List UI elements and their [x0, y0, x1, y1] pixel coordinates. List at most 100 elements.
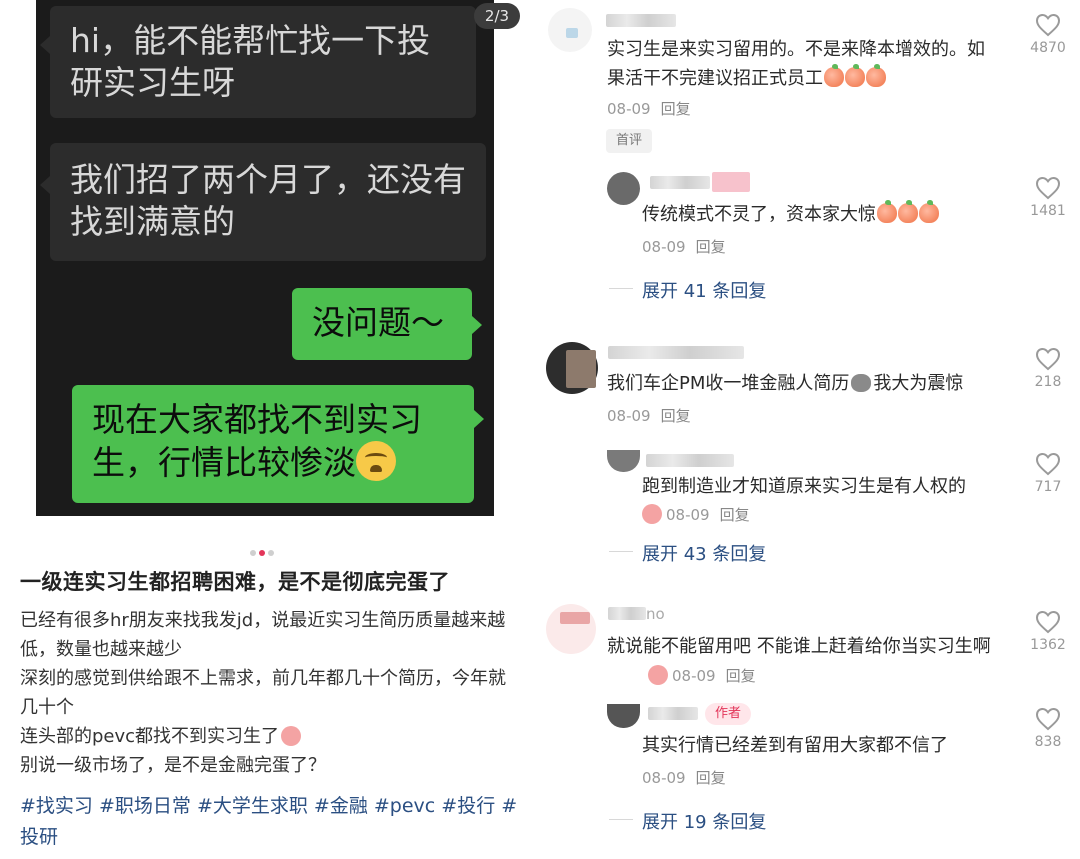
crying-face-icon: [281, 726, 302, 746]
expand-replies-link[interactable]: 展开 19 条回复: [642, 808, 766, 834]
comment-text: 传统模式不灵了，资本家大惊: [642, 200, 1002, 229]
like-button[interactable]: 838: [1018, 707, 1078, 750]
heart-icon: [1035, 176, 1061, 200]
comment-date: 08-09: [642, 238, 686, 256]
comment-text: 其实行情已经差到有留用大家都不信了: [642, 735, 948, 756]
like-count: 838: [1034, 734, 1062, 750]
like-count: 717: [1034, 479, 1062, 495]
heart-icon: [1035, 13, 1061, 37]
comment-text: 实习生是来实习留用的。不是来降本增效的。如果活干不完建议招正式员工: [607, 39, 985, 89]
post-paragraph: 连头部的pevc都找不到实习生了: [20, 722, 520, 751]
username-blurred[interactable]: [608, 346, 744, 359]
reply-button[interactable]: 回复: [661, 100, 691, 118]
crying-face-icon: [642, 504, 662, 524]
avatar-blur: [566, 28, 578, 38]
comment-meta: 08-09 回复: [607, 405, 691, 426]
bubble-tail: [40, 176, 50, 194]
like-count: 4870: [1030, 40, 1066, 56]
expand-divider: [609, 288, 633, 289]
hashtag-link[interactable]: #金融: [314, 795, 368, 817]
carousel-dot[interactable]: [268, 550, 274, 556]
expand-divider: [609, 551, 633, 552]
chat-screenshot: hi，能不能帮忙找一下投研实习生呀 我们招了两个月了，还没有找到满意的 没问题～…: [36, 0, 494, 516]
post-body: 已经有很多hr朋友来找我发jd，说最近实习生简历质量越来越低，数量也越来越少 深…: [20, 606, 520, 780]
peach-icon: [845, 64, 865, 87]
avatar[interactable]: [607, 450, 640, 472]
comment-date: 08-09: [607, 407, 651, 425]
chat-bubble-incoming: hi，能不能帮忙找一下投研实习生呀: [50, 6, 476, 118]
peach-icon: [877, 200, 897, 223]
hashtag-link[interactable]: #找实习: [20, 795, 93, 817]
like-count: 218: [1034, 374, 1062, 390]
comment-date: 08-09: [672, 667, 716, 685]
crying-face-icon: [356, 441, 396, 481]
expand-replies-link[interactable]: 展开 43 条回复: [642, 540, 766, 566]
peach-icon: [824, 64, 844, 87]
hashtag-link[interactable]: #投行: [441, 795, 495, 817]
carousel-dot[interactable]: [250, 550, 256, 556]
hashtag-link[interactable]: #职场日常: [99, 795, 191, 817]
post-paragraph: 别说一级市场了，是不是金融完蛋了？: [20, 755, 326, 776]
like-button[interactable]: 218: [1018, 347, 1078, 390]
carousel-dots[interactable]: [250, 541, 277, 560]
heart-icon: [1035, 610, 1061, 634]
comment-date: 08-09: [607, 100, 651, 118]
first-comment-badge: 首评: [606, 129, 652, 153]
comment-text: 跑到制造业才知道原来实习生是有人权的: [642, 476, 966, 497]
like-count: 1481: [1030, 203, 1066, 219]
comment-meta: 08-09 回复: [642, 504, 750, 525]
avatar-blur: [560, 612, 590, 624]
comment-date: 08-09: [642, 769, 686, 787]
comment-meta: 08-09 回复: [642, 236, 726, 257]
bubble-tail: [472, 316, 482, 334]
like-button[interactable]: 1362: [1018, 610, 1078, 653]
avatar[interactable]: [607, 172, 640, 205]
like-count: 1362: [1030, 637, 1066, 653]
username-blurred: [608, 607, 646, 620]
peach-icon: [919, 200, 939, 223]
username-blurred[interactable]: [646, 454, 734, 467]
username-blurred[interactable]: [606, 14, 676, 27]
reply-button[interactable]: 回复: [720, 506, 750, 524]
comment-meta: 08-09 回复: [642, 767, 726, 788]
bubble-tail: [474, 410, 484, 428]
post-paragraph: 已经有很多hr朋友来找我发jd，说最近实习生简历质量越来越低，数量也越来越少: [20, 610, 506, 660]
peach-icon: [866, 64, 886, 87]
username-blurred[interactable]: [648, 707, 698, 720]
peach-icon: [898, 200, 918, 223]
heart-icon: [1035, 347, 1061, 371]
reply-button[interactable]: 回复: [726, 667, 756, 685]
comment-text: 我们车企PM收一堆金融人简历 我大为震惊: [607, 373, 964, 394]
emoji-icon: [851, 374, 872, 392]
post-title: 一级连实习生都招聘困难，是不是彻底完蛋了: [20, 570, 450, 594]
username-partial[interactable]: no: [608, 605, 665, 623]
reply-button[interactable]: 回复: [696, 769, 726, 787]
like-button[interactable]: 4870: [1018, 13, 1078, 56]
user-badge-blurred: [712, 172, 750, 192]
comment-meta: 08-09 回复: [607, 98, 691, 119]
chat-bubble-outgoing: 没问题～: [292, 288, 472, 360]
avatar[interactable]: [607, 704, 640, 728]
heart-icon: [1035, 707, 1061, 731]
carousel-dot-active[interactable]: [259, 550, 265, 556]
image-page-counter: 2/3: [474, 3, 520, 29]
heart-icon: [1035, 452, 1061, 476]
comment-date: 08-09: [666, 506, 710, 524]
username-blurred[interactable]: [650, 176, 710, 189]
crying-face-icon: [648, 665, 668, 685]
author-badge: 作者: [705, 703, 751, 725]
bubble-tail: [40, 36, 50, 54]
like-button[interactable]: 717: [1018, 452, 1078, 495]
hashtag-link[interactable]: #pevc: [374, 795, 435, 817]
like-button[interactable]: 1481: [1018, 176, 1078, 219]
expand-replies-link[interactable]: 展开 41 条回复: [642, 277, 766, 303]
post-tags: #找实习 #职场日常 #大学生求职 #金融 #pevc #投行 #投研: [20, 791, 520, 853]
comment-text: 就说能不能留用吧 不能谁上赶着给你当实习生啊: [607, 636, 991, 657]
reply-button[interactable]: 回复: [661, 407, 691, 425]
post-paragraph: 深刻的感觉到供给跟不上需求，前几年都几十个简历，今年就几十个: [20, 668, 506, 718]
expand-divider: [609, 819, 633, 820]
hashtag-link[interactable]: #大学生求职: [197, 795, 308, 817]
reply-button[interactable]: 回复: [696, 238, 726, 256]
chat-bubble-outgoing: 现在大家都找不到实习生，行情比较惨淡: [72, 385, 474, 503]
comment-meta: 08-09 回复: [648, 665, 756, 686]
